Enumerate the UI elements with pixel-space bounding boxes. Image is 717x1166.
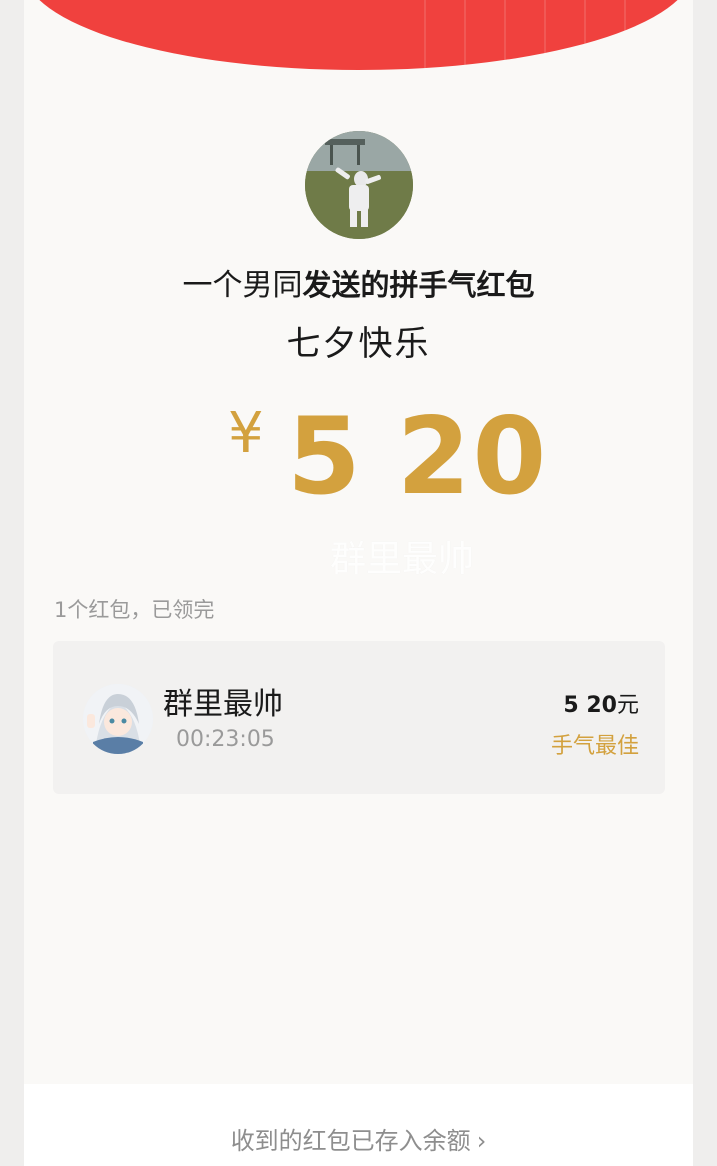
currency-unit: 元 (616, 693, 639, 718)
amount-int: 5 (287, 395, 363, 518)
received-amount: 5 20元 (563, 687, 639, 719)
received-amount-int: 5 (563, 693, 579, 718)
receiver-name: 群里最帅 (163, 687, 283, 722)
list-item[interactable]: 群里最帅 00:23:05 5 20元 手气最佳 (53, 641, 665, 794)
chevron-right-icon: › (476, 1127, 487, 1155)
balance-link[interactable]: 收到的红包已存入余额 › (0, 1121, 717, 1156)
packet-title: 一个男同发送的拼手气红包 (0, 260, 717, 304)
amount-dec: 20 (396, 395, 549, 518)
received-amount-dec: 20 (586, 693, 617, 718)
packet-wish: 七夕快乐 (286, 324, 431, 364)
receiver-avatar[interactable] (83, 684, 153, 754)
packet-summary: 1个红包，已领完 (54, 598, 215, 622)
sender-avatar[interactable] (305, 131, 413, 239)
best-luck-badge: 手气最佳 (550, 734, 639, 759)
packet-amount: ¥ 5 20 (0, 395, 717, 518)
balance-link-label: 收到的红包已存入余额 (230, 1127, 471, 1155)
amount-value: 5 20 (287, 395, 548, 518)
watermark-text: 群里最帅 (330, 539, 475, 580)
sender-name[interactable]: 一个男同 (182, 268, 302, 303)
currency-symbol: ¥ (228, 401, 264, 466)
receive-time: 00:23:05 (176, 727, 275, 752)
title-suffix: 发送的拼手气红包 (302, 268, 535, 302)
